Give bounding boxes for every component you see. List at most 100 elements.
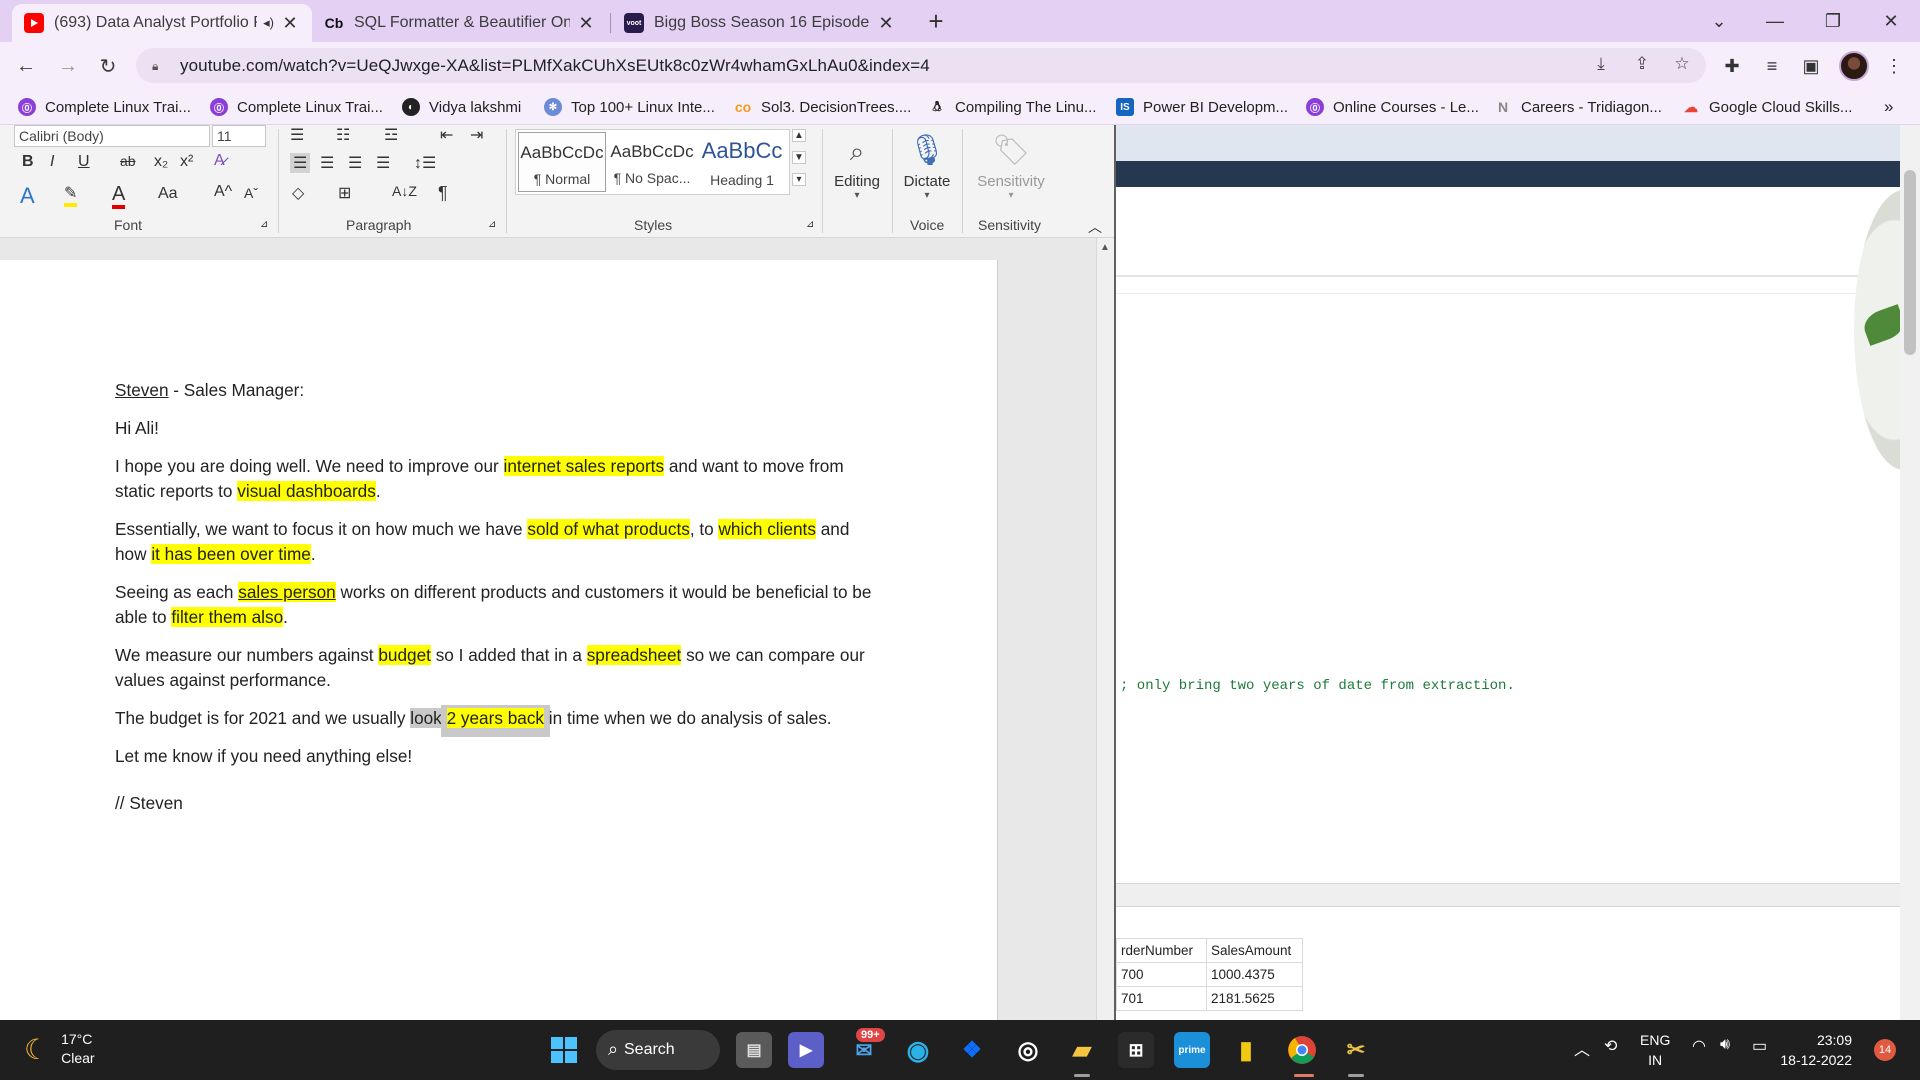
- wifi-icon[interactable]: ◠: [1692, 1036, 1706, 1056]
- close-window-button[interactable]: ✕: [1866, 0, 1916, 42]
- bookmark-item[interactable]: ☁ Google Cloud Skills...: [1682, 95, 1852, 119]
- more-bookmarks-button[interactable]: »: [1884, 95, 1893, 119]
- bold-button[interactable]: B: [22, 153, 34, 171]
- minimize-button[interactable]: —: [1750, 0, 1800, 42]
- sort-button[interactable]: A↓Z: [392, 183, 417, 199]
- editing-button[interactable]: ⌕ Editing ▾: [826, 129, 888, 201]
- snipping-tool-icon[interactable]: ✂: [1338, 1032, 1374, 1068]
- media-control-icon[interactable]: ≡: [1758, 52, 1786, 80]
- bullets-icon[interactable]: ☰: [290, 125, 304, 145]
- bookmark-item[interactable]: 🐧︎ Compiling The Linu...: [928, 95, 1097, 119]
- style-heading-1[interactable]: AaBbCc Heading 1: [698, 132, 786, 192]
- font-name-box[interactable]: Calibri (Body): [14, 125, 210, 147]
- close-tab-icon[interactable]: ✕: [576, 13, 596, 33]
- text-effects-icon[interactable]: A: [20, 183, 35, 209]
- subscript-button[interactable]: x₂: [154, 153, 168, 171]
- bookmark-item[interactable]: N Careers - Tridiagon...: [1494, 95, 1662, 119]
- tab-search-chevron-icon[interactable]: ⌄: [1694, 0, 1744, 42]
- menu-icon[interactable]: ⋮: [1880, 52, 1908, 80]
- bookmark-item[interactable]: ◐ Vidya lakshmi: [402, 95, 521, 119]
- close-tab-icon[interactable]: ✕: [280, 13, 300, 33]
- shading-icon[interactable]: ◇: [292, 183, 304, 203]
- document-body[interactable]: Steven - Sales Manager: Hi Ali! I hope y…: [115, 378, 875, 829]
- edge-icon[interactable]: ◉: [900, 1032, 936, 1068]
- styles-scroll-down-icon[interactable]: ▼: [792, 151, 806, 164]
- borders-icon[interactable]: ⊞: [338, 183, 351, 203]
- dropbox-icon[interactable]: ❖: [954, 1032, 990, 1068]
- justify-icon[interactable]: ☰: [376, 153, 390, 173]
- bookmark-item[interactable]: ⓪ Online Courses - Le...: [1306, 95, 1479, 119]
- styles-more-icon[interactable]: ▾: [792, 173, 806, 186]
- scroll-up-icon[interactable]: ▲: [1100, 242, 1110, 253]
- numbering-icon[interactable]: ☷: [336, 125, 350, 145]
- side-panel-icon[interactable]: ▣: [1797, 52, 1825, 80]
- task-view-icon[interactable]: ▤: [736, 1032, 772, 1068]
- page-scrollbar[interactable]: [1900, 125, 1920, 1020]
- superscript-button[interactable]: x²: [180, 153, 193, 171]
- power-bi-icon[interactable]: ▮: [1228, 1032, 1264, 1068]
- multilevel-list-icon[interactable]: ☲: [384, 125, 398, 145]
- profile-avatar[interactable]: [1839, 51, 1869, 81]
- chrome-icon[interactable]: [1284, 1032, 1320, 1068]
- install-icon[interactable]: ⤓: [1587, 50, 1615, 78]
- bookmark-item[interactable]: ⓪ Complete Linux Trai...: [18, 95, 191, 119]
- font-color-icon[interactable]: A: [112, 183, 126, 209]
- extensions-icon[interactable]: ✚: [1718, 52, 1746, 80]
- teams-icon[interactable]: ▶: [788, 1032, 824, 1068]
- align-right-icon[interactable]: ☰: [348, 153, 362, 173]
- reload-button[interactable]: ↻: [94, 52, 122, 80]
- store-icon[interactable]: ⊞: [1118, 1032, 1154, 1068]
- sync-icon[interactable]: ⟲: [1604, 1036, 1617, 1056]
- font-dialog-launcher-icon[interactable]: ⊿: [260, 219, 268, 230]
- show-formatting-button[interactable]: ¶: [438, 183, 448, 204]
- highlight-icon[interactable]: ✎: [64, 183, 78, 207]
- bookmark-item[interactable]: IS Power BI Developm...: [1116, 95, 1288, 119]
- language-indicator[interactable]: ENG IN: [1640, 1030, 1670, 1070]
- bookmark-item[interactable]: ✻ Top 100+ Linux Inte...: [544, 95, 715, 119]
- restore-button[interactable]: ❐: [1808, 0, 1858, 42]
- align-center-icon[interactable]: ☰: [320, 153, 334, 173]
- bookmark-item[interactable]: ⓪ Complete Linux Trai...: [210, 95, 383, 119]
- back-button[interactable]: ←: [12, 52, 40, 80]
- url-text[interactable]: youtube.com/watch?v=UeQJwxge-XA&list=PLM…: [180, 56, 930, 76]
- show-hidden-icons-icon[interactable]: ︿: [1574, 1036, 1590, 1060]
- address-bar[interactable]: 🔒︎ youtube.com/watch?v=UeQJwxge-XA&list=…: [136, 48, 1706, 83]
- weather-widget[interactable]: ☾ 17°C Clear: [24, 1030, 95, 1068]
- italic-button[interactable]: I: [50, 153, 54, 171]
- video-frame[interactable]: ; only bring two years of date from extr…: [1114, 125, 1920, 1020]
- file-explorer-icon[interactable]: ▰: [1064, 1032, 1100, 1068]
- font-size-box[interactable]: 11: [212, 125, 266, 147]
- increase-indent-icon[interactable]: ⇥: [470, 125, 483, 145]
- style-normal[interactable]: AaBbCcDc ¶ Normal: [518, 132, 606, 192]
- close-tab-icon[interactable]: ✕: [876, 13, 896, 33]
- clear-formatting-icon[interactable]: A̷: [214, 152, 225, 170]
- tab-youtube[interactable]: (693) Data Analyst Portfolio P ◂) ✕: [12, 4, 312, 42]
- decrease-indent-icon[interactable]: ⇤: [440, 125, 453, 145]
- bookmark-item[interactable]: co Sol3. DecisionTrees....: [734, 95, 912, 119]
- speaker-icon[interactable]: ◂): [263, 15, 274, 31]
- lock-icon[interactable]: 🔒︎: [152, 59, 166, 73]
- style-no-spacing[interactable]: AaBbCcDc ¶ No Spac...: [608, 132, 696, 192]
- align-left-icon[interactable]: ☰: [290, 153, 311, 173]
- system-clock[interactable]: 23:09 18-12-2022: [1780, 1030, 1852, 1070]
- line-spacing-icon[interactable]: ↕☰: [414, 153, 436, 173]
- sensitivity-button[interactable]: 🏷︎ Sensitivity ▾: [966, 129, 1056, 201]
- bookmark-star-icon[interactable]: ☆: [1668, 50, 1696, 78]
- new-tab-button[interactable]: +: [922, 8, 950, 36]
- scrollbar-thumb[interactable]: [1904, 170, 1916, 355]
- share-icon[interactable]: ⇪: [1628, 50, 1656, 78]
- shrink-font-button[interactable]: Aˇ: [244, 185, 258, 201]
- styles-scroll-up-icon[interactable]: ▲: [792, 129, 806, 142]
- styles-dialog-launcher-icon[interactable]: ⊿: [806, 219, 814, 230]
- app-icon[interactable]: ◎: [1010, 1032, 1046, 1068]
- forward-button[interactable]: →: [54, 52, 82, 80]
- paragraph-dialog-launcher-icon[interactable]: ⊿: [488, 219, 496, 230]
- strikethrough-button[interactable]: ab: [120, 153, 136, 169]
- battery-icon[interactable]: ▭: [1752, 1036, 1767, 1056]
- start-button[interactable]: [546, 1032, 582, 1068]
- tab-bigg-boss[interactable]: voot Bigg Boss Season 16 Episode 60 ✕: [612, 4, 908, 42]
- grow-font-button[interactable]: A^: [214, 183, 232, 201]
- prime-video-icon[interactable]: prime: [1174, 1032, 1210, 1068]
- notification-badge[interactable]: 14: [1874, 1039, 1896, 1061]
- collapse-ribbon-icon[interactable]: ︿: [1088, 217, 1102, 237]
